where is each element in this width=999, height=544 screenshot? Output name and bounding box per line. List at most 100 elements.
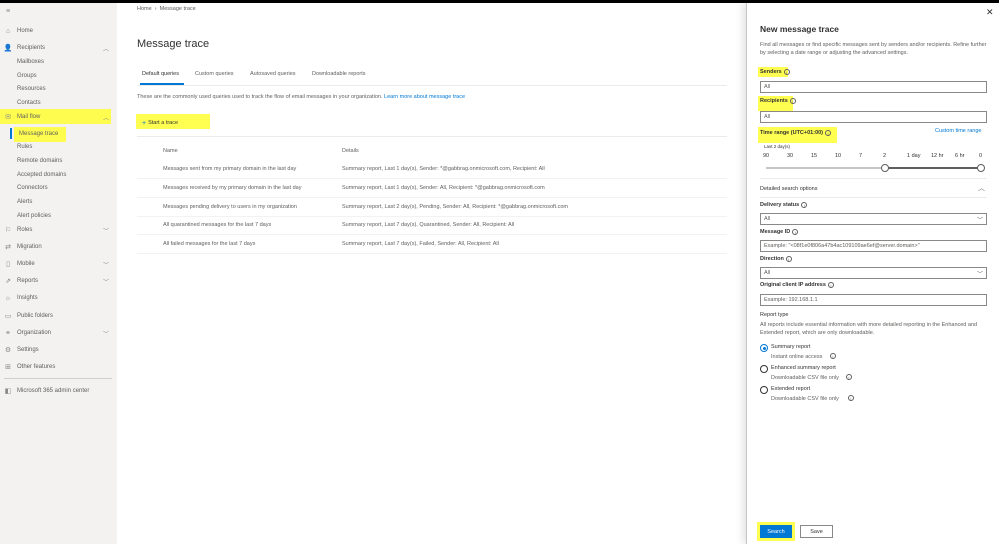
start-trace-label: Start a trace (148, 120, 179, 126)
chevron-up-icon[interactable]: ︿ (103, 113, 109, 122)
client-ip-input[interactable]: Example: 192.168.1.1 (760, 294, 987, 306)
enhanced-report-label: Enhanced summary report (771, 365, 836, 371)
panel-divider (760, 178, 987, 179)
radio-extended-report[interactable] (760, 386, 768, 394)
detailed-options-header[interactable]: Detailed search options (760, 186, 817, 192)
breadcrumb: Home › Message trace (137, 6, 196, 12)
info-icon[interactable]: i (825, 130, 832, 136)
nav-item-mail-flow[interactable]: ✉ Mail flow ︿ (0, 111, 117, 123)
main-content: Home › Message trace Message trace Defau… (117, 3, 747, 544)
nav-item-organization[interactable]: ⚭ Organization ﹀ (0, 327, 117, 339)
breadcrumb-home[interactable]: Home (137, 6, 152, 12)
nav-sub-groups[interactable]: Groups (17, 70, 37, 81)
reports-icon: ⇗ (5, 278, 11, 285)
table-row[interactable]: Messages received by my primary domain i… (137, 180, 727, 198)
nav-sub-remote-domains[interactable]: Remote domains (17, 155, 62, 166)
time-range-label: Time range (UTC+01:00) i (760, 130, 832, 136)
direction-value: All (764, 270, 771, 276)
nav-sub-message-trace[interactable]: Message trace (10, 128, 58, 139)
direction-select[interactable]: All ﹀ (760, 267, 987, 279)
chevron-down-icon[interactable]: ﹀ (103, 260, 109, 269)
radio-enhanced-summary-report[interactable] (760, 365, 768, 373)
table-row[interactable]: All failed messages for the last 7 days … (137, 236, 727, 254)
message-id-input[interactable]: Example: "<08f1e0f806a47b4ac109109ae6ef@… (760, 240, 987, 252)
nav-sub-alerts[interactable]: Alerts (17, 196, 32, 207)
info-icon[interactable]: i (848, 395, 854, 401)
nav-item-label: Insights (17, 295, 38, 301)
nav-sub-resources[interactable]: Resources (17, 83, 46, 94)
nav-sub-connectors[interactable]: Connectors (17, 182, 48, 193)
chevron-down-icon[interactable]: ﹀ (103, 226, 109, 235)
row-details: Summary report, Last 1 day(s), Sender: A… (342, 185, 545, 191)
table-row[interactable]: Messages sent from my primary domain in … (137, 161, 727, 179)
report-type-label: Report type (760, 312, 789, 318)
senders-input[interactable]: All (760, 81, 987, 93)
nav-sub-mailboxes[interactable]: Mailboxes (17, 56, 44, 67)
chevron-up-icon[interactable]: ︿ (103, 44, 109, 53)
nav-item-roles[interactable]: ⚐ Roles ﹀ (0, 224, 117, 236)
recipients-label-text: Recipients (760, 98, 788, 104)
table-row[interactable]: Messages pending delivery to users in my… (137, 199, 727, 217)
roles-icon: ⚐ (4, 227, 12, 234)
start-trace-button[interactable]: + Start a trace (137, 116, 209, 130)
nav-item-settings[interactable]: ⚙ Settings (0, 344, 117, 356)
info-icon[interactable]: i (789, 98, 796, 104)
nav-item-insights[interactable]: ☼ Insights (0, 292, 117, 304)
recipients-input[interactable]: All (760, 111, 987, 123)
custom-time-range-link[interactable]: Custom time range (935, 128, 981, 134)
nav-sub-accepted-domains[interactable]: Accepted domains (17, 169, 66, 180)
column-header-details[interactable]: Details (342, 148, 359, 154)
slider-thumb-start[interactable] (881, 164, 889, 172)
info-icon[interactable]: i (846, 374, 852, 380)
search-button[interactable]: Search (760, 525, 792, 538)
tab-downloadable-reports[interactable]: Downloadable reports (312, 71, 366, 77)
save-button[interactable]: Save (800, 525, 833, 538)
slider-tick-label: 6 hr (955, 153, 965, 159)
senders-label: Senders i (760, 69, 790, 75)
info-icon[interactable]: i (792, 229, 799, 235)
nav-sub-alert-policies[interactable]: Alert policies (17, 210, 51, 221)
delivery-status-select[interactable]: All ﹀ (760, 213, 987, 225)
info-icon[interactable]: i (785, 256, 792, 262)
info-icon[interactable]: i (827, 282, 834, 288)
delivery-status-label-text: Delivery status (760, 202, 800, 208)
slider-thumb-end[interactable] (977, 164, 985, 172)
nav-item-reports[interactable]: ⇗ Reports ﹀ (0, 275, 117, 287)
tab-autosaved-queries[interactable]: Autosaved queries (250, 71, 296, 77)
senders-label-text: Senders (760, 69, 782, 75)
nav-sub-rules[interactable]: Rules (17, 141, 32, 152)
nav-item-recipients[interactable]: 👤 Recipients ︿ (0, 42, 117, 54)
slider-tick-label: 12 hr (931, 153, 944, 159)
row-details: Summary report, Last 7 day(s), Quarantin… (342, 222, 515, 228)
nav-item-home[interactable]: ⌂ Home (0, 25, 117, 37)
info-icon[interactable]: i (801, 202, 808, 208)
nav-item-label: Other features (17, 364, 56, 370)
summary-report-sub: Instant online access (771, 354, 823, 360)
tab-default-queries[interactable]: Default queries (142, 71, 179, 77)
close-icon[interactable]: ✕ (986, 7, 994, 18)
nav-item-public-folders[interactable]: ▭ Public folders (0, 310, 117, 322)
nav-item-mobile[interactable]: ▯ Mobile ﹀ (0, 258, 117, 270)
nav-sub-contacts[interactable]: Contacts (17, 97, 41, 108)
chevron-up-icon[interactable]: ︿ (978, 183, 985, 193)
chevron-down-icon[interactable]: ﹀ (103, 329, 109, 338)
radio-summary-report[interactable] (760, 344, 768, 352)
learn-more-link[interactable]: Learn more about message trace (384, 94, 465, 100)
extended-report-sub: Downloadable CSV file only (771, 396, 839, 402)
nav-menu-toggle[interactable]: ≡ (0, 5, 117, 17)
nav-divider (4, 378, 112, 379)
column-header-name[interactable]: Name (163, 148, 178, 154)
nav-item-label: Public folders (17, 313, 54, 319)
panel-description: Find all messages or find specific messa… (760, 42, 987, 56)
nav-item-m365-admin[interactable]: ◧ Microsoft 365 admin center (0, 385, 117, 397)
hamburger-icon[interactable]: ≡ (4, 7, 12, 15)
info-icon[interactable]: i (783, 69, 790, 75)
tab-custom-queries[interactable]: Custom queries (195, 71, 234, 77)
query-tabs: Default queries Custom queries Autosaved… (137, 71, 387, 85)
nav-item-other-features[interactable]: ⊞ Other features (0, 361, 117, 373)
chevron-down-icon[interactable]: ﹀ (103, 277, 109, 286)
nav-item-migration[interactable]: ⇄ Migration (0, 241, 117, 253)
table-row[interactable]: All quarantined messages for the last 7 … (137, 217, 727, 235)
new-message-trace-panel: ✕ New message trace Find all messages or… (746, 3, 999, 544)
info-icon[interactable]: i (830, 353, 836, 359)
